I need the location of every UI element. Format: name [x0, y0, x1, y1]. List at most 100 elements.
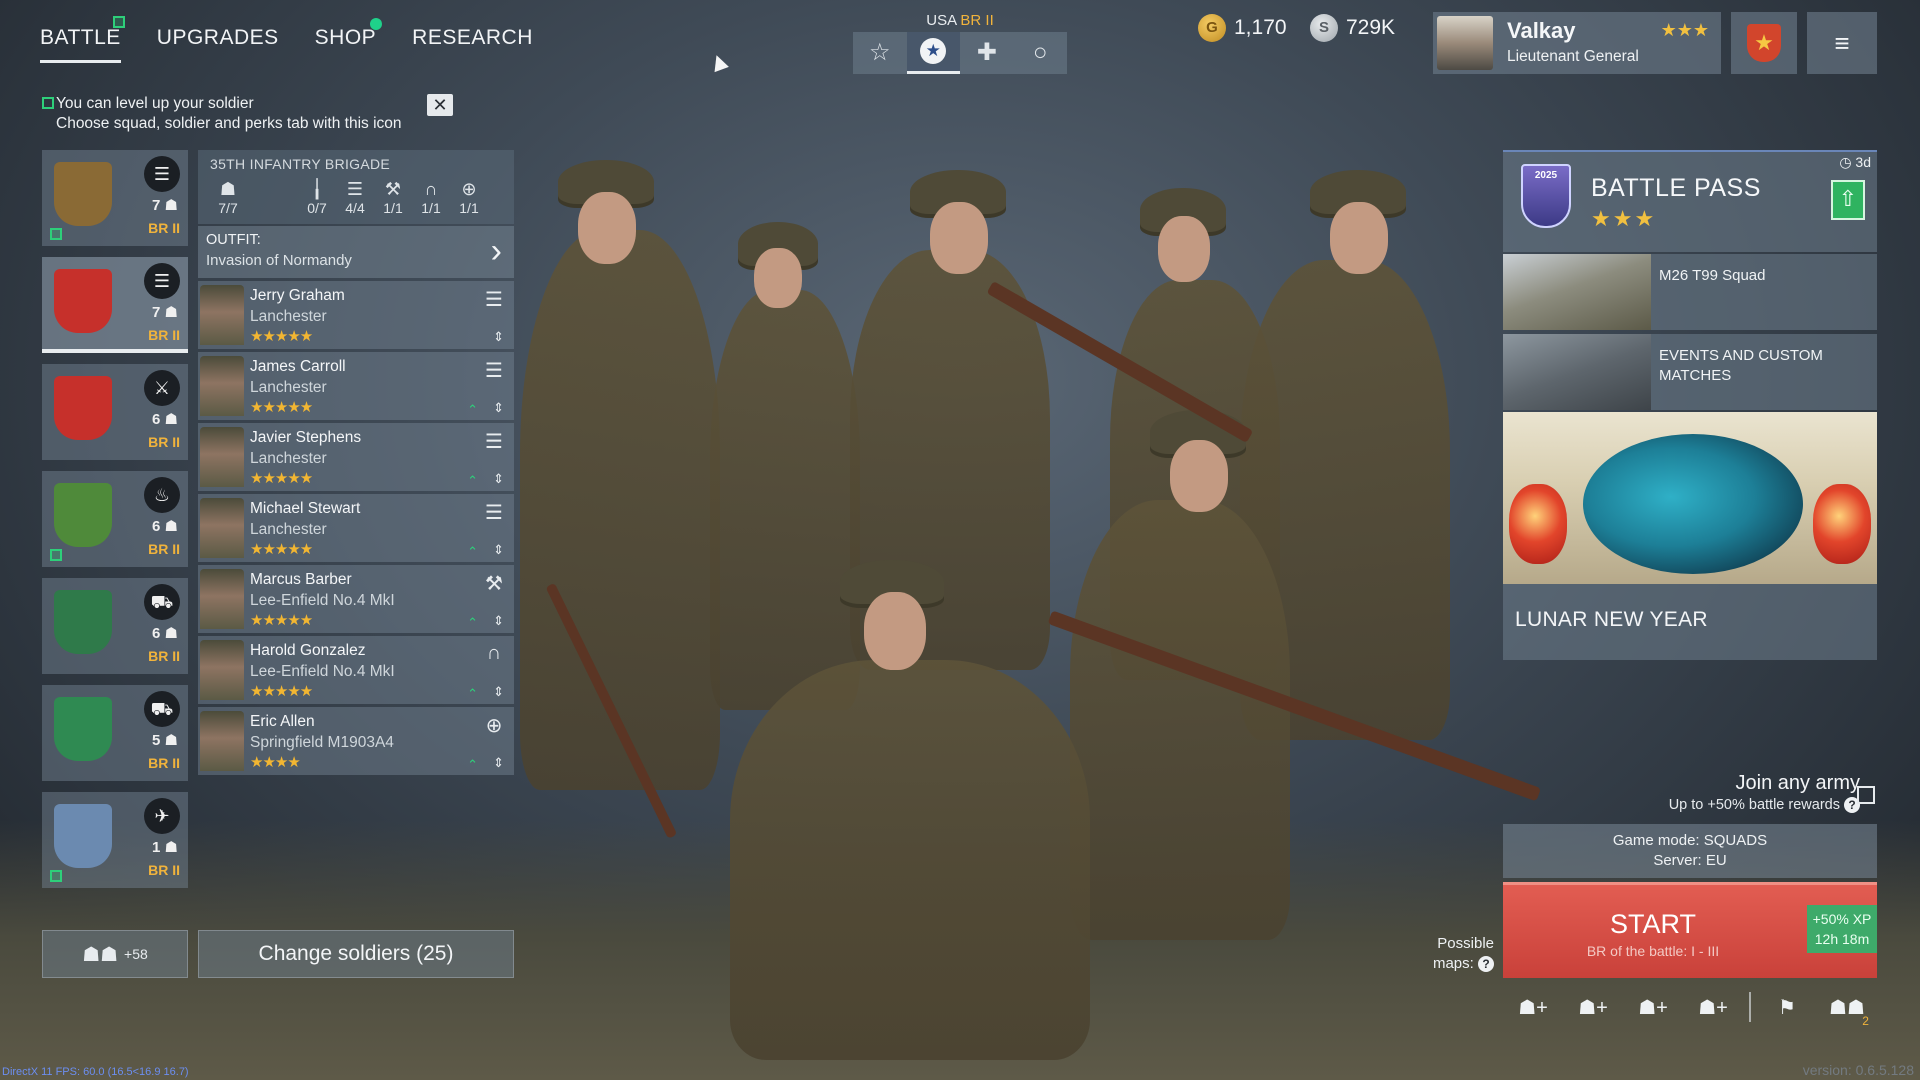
silver-coin-icon: S: [1310, 14, 1338, 42]
soldier-stars: ★★★★★: [250, 470, 313, 487]
mode-tab[interactable]: ★: [906, 32, 960, 74]
sort-handle-icon[interactable]: ⇕: [493, 684, 504, 700]
sort-handle-icon[interactable]: ⇕: [493, 329, 504, 345]
soldier-weapon: Lee-Enfield No.4 MkI: [250, 592, 395, 609]
rank-badge-button[interactable]: ★: [1731, 12, 1797, 74]
stat-value: 7/7: [218, 200, 238, 216]
new-indicator-icon: [42, 97, 54, 109]
flame-icon: ♨: [144, 477, 180, 513]
avatar: [1437, 16, 1493, 70]
squad-size: 5 ☗: [152, 732, 178, 749]
close-hint-icon[interactable]: ✕: [427, 94, 453, 116]
squad-br: BR II: [148, 327, 180, 343]
events-thumbnail: [1503, 334, 1651, 410]
soldier-row[interactable]: James Carroll Lanchester ★★★★★ ☰ ⌃ ⇕: [198, 352, 514, 420]
game-mode-selector[interactable]: Game mode: SQUADS Server: EU: [1503, 824, 1877, 878]
brigade-stat: ☗ 7/7: [210, 178, 246, 216]
sort-handle-icon[interactable]: ⇕: [493, 400, 504, 416]
start-button[interactable]: START BR of the battle: I - III +50% XP …: [1503, 882, 1877, 978]
tab-shop[interactable]: SHOP: [315, 18, 383, 63]
invite-icon-4[interactable]: ☗+: [1683, 995, 1743, 1020]
soldier-portrait: [200, 356, 244, 416]
maps-help-icon[interactable]: ?: [1478, 956, 1494, 972]
sort-handle-icon[interactable]: ⇕: [493, 613, 504, 629]
soldier-portrait: [200, 285, 244, 345]
squad-offer-card[interactable]: M26 T99 Squad: [1503, 254, 1877, 330]
mode-tab[interactable]: ✚: [960, 32, 1014, 74]
battle-pass-title: BATTLE PASS: [1591, 174, 1761, 202]
soldier-stars: ★★★★★: [250, 328, 313, 345]
gold-currency[interactable]: G 1,170: [1198, 14, 1287, 42]
tab-research[interactable]: RESEARCH: [412, 26, 533, 63]
soldier-stars: ★★★★: [250, 754, 301, 771]
level-up-icon: ⌃: [467, 473, 478, 488]
soldier-row[interactable]: Eric Allen Springfield M1903A4 ★★★★ ⊕ ⌃ ⇕: [198, 707, 514, 775]
soldier-name: Harold Gonzalez: [250, 642, 366, 659]
soldier-icon: ☗: [219, 179, 237, 199]
sort-handle-icon[interactable]: ⇕: [493, 542, 504, 558]
soldier-row[interactable]: Harold Gonzalez Lee-Enfield No.4 MkI ★★★★★…: [198, 636, 514, 704]
soldier-row[interactable]: Javier Stephens Lanchester ★★★★★ ☰ ⌃ ⇕: [198, 423, 514, 491]
battle-pass-card[interactable]: 2025 BATTLE PASS ★★★ ◷ 3d ⇧: [1503, 150, 1877, 252]
soldier-role-icon: ⚒: [485, 573, 503, 595]
knife-icon: ⚔: [144, 370, 180, 406]
sort-handle-icon[interactable]: ⇕: [493, 755, 504, 771]
outfit-label: OUTFIT:: [206, 232, 261, 248]
squad-card[interactable]: ⛟ 6 ☗ BR II: [42, 578, 188, 674]
squad-card[interactable]: ⛟ 5 ☗ BR II: [42, 685, 188, 781]
headset-icon: ∩: [424, 179, 438, 199]
squad-card[interactable]: ♨ 6 ☗ BR II: [42, 471, 188, 567]
tab-upgrades[interactable]: UPGRADES: [157, 26, 279, 63]
events-card[interactable]: EVENTS AND CUSTOM MATCHES: [1503, 334, 1877, 410]
soldiers-scene: [510, 140, 1542, 1080]
stat-value: 1/1: [459, 200, 479, 216]
squad-card[interactable]: ☰ 7 ☗ BR II: [42, 150, 188, 246]
battle-br-label: BR of the battle: I - III: [1586, 943, 1720, 959]
battle-pass-emblem-icon: 2025: [1521, 164, 1571, 228]
invite-icon-1[interactable]: ☗+: [1503, 995, 1563, 1020]
soldier-row[interactable]: Jerry Graham Lanchester ★★★★★ ☰ ⇕: [198, 281, 514, 349]
soldier-portrait: [200, 569, 244, 629]
battle-pass-timer: ◷ 3d: [1839, 154, 1871, 170]
group-icon[interactable]: ☗☗ 2: [1817, 995, 1877, 1028]
join-any-army-subtitle: Up to +50% battle rewards ?: [1600, 797, 1860, 813]
menu-button[interactable]: ≡: [1807, 12, 1877, 74]
join-any-army-checkbox[interactable]: [1857, 786, 1875, 804]
vehicle-icon: ⛟: [144, 691, 180, 727]
army-reserve-button[interactable]: ☗☗ +58: [42, 930, 188, 978]
level-up-icon: ⌃: [467, 402, 478, 417]
join-any-army-label: Join any army: [1735, 772, 1861, 794]
tab-battle[interactable]: BATTLE: [40, 16, 125, 63]
vehicle-icon: ⛟: [144, 584, 180, 620]
invite-icon-2[interactable]: ☗+: [1563, 995, 1623, 1020]
flag-icon[interactable]: ⚑: [1757, 995, 1817, 1020]
outfit-selector[interactable]: OUTFIT: Invasion of Normandy ›: [198, 226, 514, 278]
squad-card[interactable]: ✈ 1 ☗ BR II: [42, 792, 188, 888]
squad-card[interactable]: ☰ 7 ☗ BR II: [42, 257, 188, 353]
panther-emblem-icon: [54, 697, 112, 761]
lunar-new-year-card[interactable]: LUNAR NEW YEAR: [1503, 412, 1877, 660]
crosshair-icon: ⊕: [461, 179, 477, 199]
star-outline-icon: ☆: [868, 39, 891, 66]
start-label: START: [1609, 909, 1696, 939]
sort-handle-icon[interactable]: ⇕: [493, 471, 504, 487]
squad-card[interactable]: ⚔ 6 ☗ BR II: [42, 364, 188, 460]
soldier-row[interactable]: Marcus Barber Lee-Enfield No.4 MkI ★★★★★ ⚒ ⌃…: [198, 565, 514, 633]
mode-tab[interactable]: ○: [1014, 32, 1068, 74]
star-badge-icon: ★: [920, 38, 947, 64]
brigade-stat: ╽ 0/7: [302, 178, 332, 216]
nation-country: USA: [926, 12, 957, 29]
mode-tab[interactable]: ☆: [853, 32, 907, 74]
lunar-new-year-art: [1503, 412, 1877, 584]
change-soldiers-button[interactable]: Change soldiers (25): [198, 930, 514, 978]
squad-br: BR II: [148, 862, 180, 878]
cross-icon: ✚: [976, 39, 997, 66]
invite-icon-3[interactable]: ☗+: [1623, 995, 1683, 1020]
group-count: 2: [1862, 1013, 1869, 1028]
cat-emblem-icon: [54, 376, 112, 440]
soldier-row[interactable]: Michael Stewart Lanchester ★★★★★ ☰ ⌃ ⇕: [198, 494, 514, 562]
soldier-weapon: Lanchester: [250, 379, 327, 396]
silver-currency[interactable]: S 729K: [1310, 14, 1395, 42]
game-mode-label: Game mode: SQUADS: [1612, 832, 1768, 849]
player-profile[interactable]: Valkay Lieutenant General ★★★: [1433, 12, 1721, 74]
